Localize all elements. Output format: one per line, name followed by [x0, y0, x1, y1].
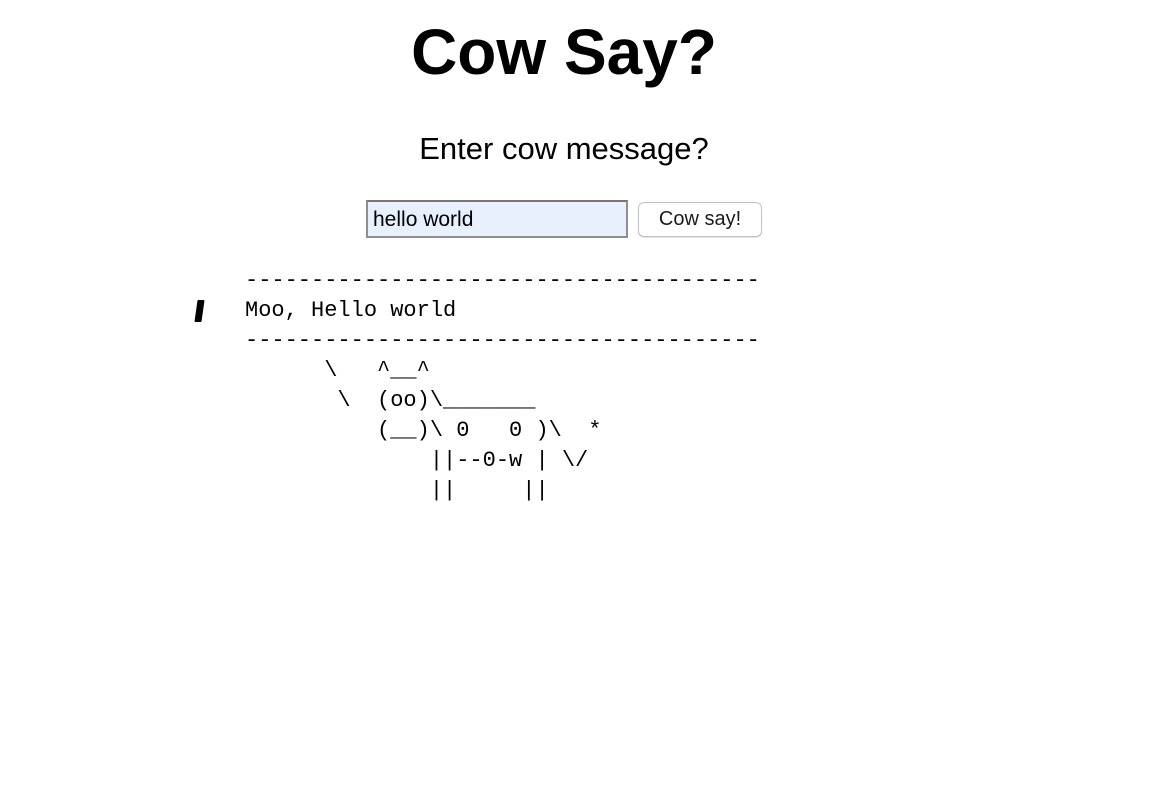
page-title: Cow Say? [411, 16, 717, 88]
message-prompt: Enter cow message? [419, 131, 709, 166]
text-cursor-icon [194, 300, 205, 322]
cow-message-form: Cow say! [366, 200, 762, 238]
cow-message-input[interactable] [366, 200, 628, 238]
cow-say-button[interactable]: Cow say! [638, 201, 762, 237]
cow-output: --------------------------------------- … [245, 268, 760, 503]
